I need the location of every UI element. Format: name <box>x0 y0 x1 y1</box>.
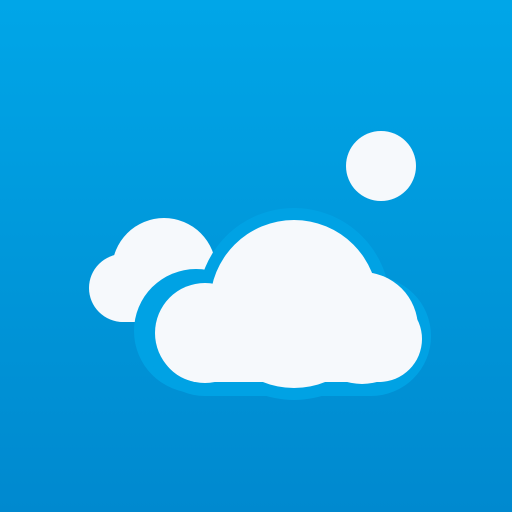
weather-app-icon[interactable] <box>0 0 512 512</box>
sun-icon <box>346 131 416 201</box>
weather-glyph <box>89 131 431 400</box>
